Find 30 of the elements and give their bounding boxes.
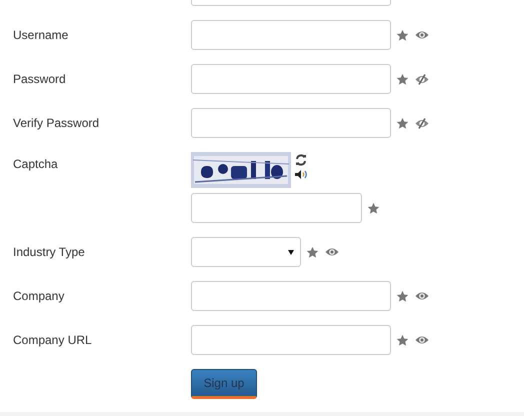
caret-icon <box>288 250 294 255</box>
star-icon <box>396 334 409 346</box>
star-icon <box>396 28 409 42</box>
text-field[interactable] <box>191 325 391 355</box>
eye-icon[interactable] <box>415 291 429 301</box>
field-label: Captcha <box>13 157 58 171</box>
refresh-icon[interactable] <box>295 154 307 166</box>
star-icon <box>396 116 409 130</box>
star-icon <box>367 202 380 214</box>
text-field[interactable] <box>191 108 391 138</box>
text-field[interactable] <box>191 20 391 50</box>
eye-slash-icon[interactable] <box>415 118 429 128</box>
eye-icon[interactable] <box>415 335 429 345</box>
field-label: Company URL <box>13 333 92 347</box>
eye-icon[interactable] <box>415 30 429 40</box>
star-icon <box>396 290 409 302</box>
eye-slash-icon[interactable] <box>415 74 429 84</box>
field-label: Verify Password <box>13 116 100 130</box>
speaker-icon[interactable] <box>295 169 308 180</box>
captcha-field[interactable] <box>191 193 362 223</box>
field-label: Industry Type <box>13 245 85 259</box>
star-icon <box>396 72 409 86</box>
text-field[interactable] <box>191 281 391 311</box>
field-label: Username <box>13 28 68 42</box>
field-label: Company <box>13 289 64 303</box>
text-field[interactable] <box>191 64 391 94</box>
eye-icon[interactable] <box>325 247 339 257</box>
star-icon <box>306 246 319 258</box>
sign-up-button[interactable]: Sign up <box>191 369 257 399</box>
field-label: Password <box>13 72 66 86</box>
